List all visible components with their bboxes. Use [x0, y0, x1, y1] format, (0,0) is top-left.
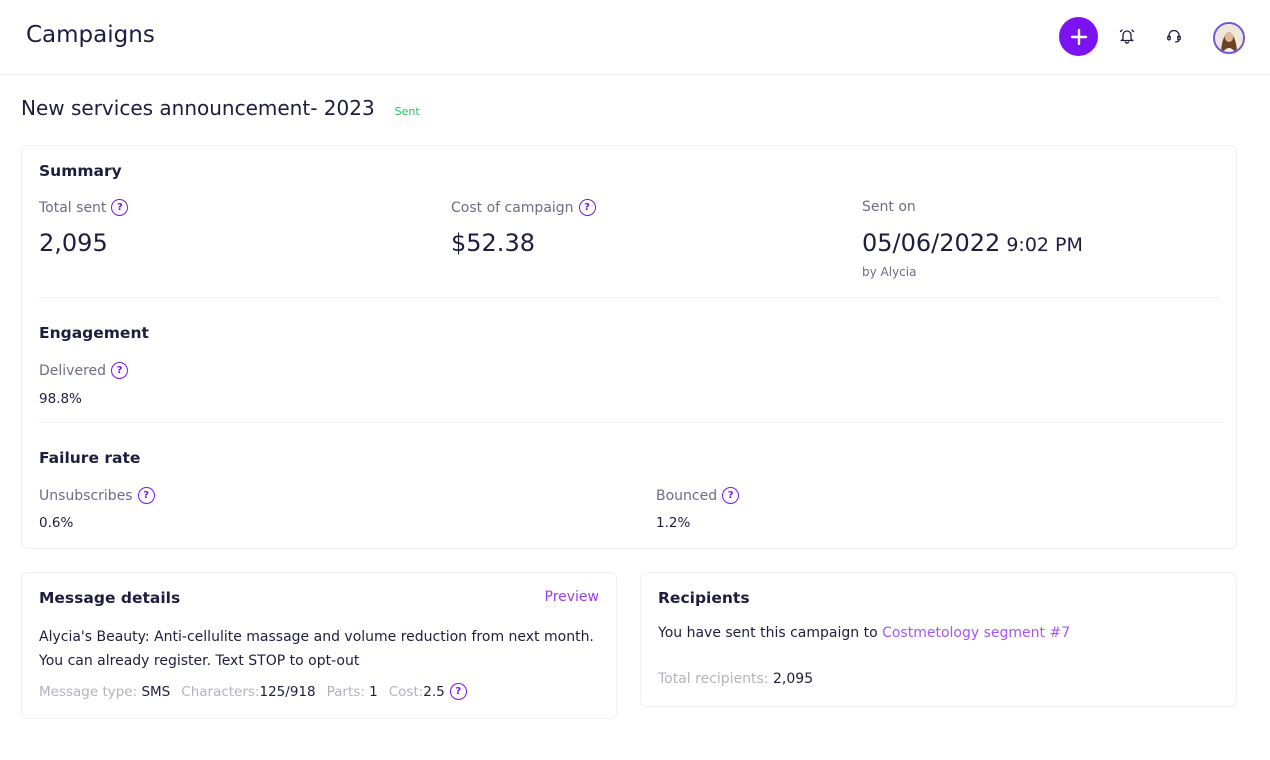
sent-on-value: 05/06/2022 9:02 PM — [862, 229, 1083, 257]
help-icon[interactable]: ? — [111, 362, 129, 379]
total-sent-label: Total sent ? — [39, 199, 129, 216]
message-type-value: SMS — [141, 683, 171, 700]
unsubscribes-label: Unsubscribes ? — [39, 487, 155, 504]
top-bar: Campaigns — [0, 0, 1270, 75]
divider — [39, 297, 1219, 298]
recipients-text: You have sent this campaign to Costmetol… — [658, 625, 1070, 641]
sent-on-date: 05/06/2022 — [862, 229, 1001, 257]
sent-on-label-text: Sent on — [862, 199, 916, 215]
characters-value: 125/918 — [259, 683, 316, 700]
characters-label: Characters: — [181, 683, 260, 700]
help-icon[interactable]: ? — [137, 487, 155, 504]
delivered-label: Delivered ? — [39, 362, 129, 379]
unsubscribes-label-text: Unsubscribes — [39, 487, 133, 504]
help-icon[interactable]: ? — [578, 199, 596, 216]
unsubscribes-value: 0.6% — [39, 515, 74, 531]
avatar-image-icon — [1215, 24, 1243, 52]
help-icon[interactable]: ? — [722, 487, 740, 504]
delivered-value: 98.8% — [39, 391, 82, 407]
sent-on-time: 9:02 PM — [1006, 234, 1083, 256]
preview-link[interactable]: Preview — [545, 589, 600, 605]
message-details-card: Message details Preview Alycia's Beauty:… — [21, 572, 617, 719]
engagement-title: Engagement — [39, 324, 149, 342]
parts-value: 1 — [369, 683, 378, 700]
total-recipients: Total recipients: 2,095 — [658, 671, 824, 687]
bounced-label: Bounced ? — [656, 487, 740, 504]
delivered-label-text: Delivered — [39, 362, 107, 379]
recipients-card: Recipients You have sent this campaign t… — [640, 572, 1237, 707]
plus-icon — [1070, 28, 1087, 45]
summary-title: Summary — [39, 162, 122, 180]
help-icon[interactable]: ? — [449, 683, 467, 700]
help-icon[interactable]: ? — [111, 199, 129, 216]
cost-label: Cost of campaign ? — [451, 199, 596, 216]
total-recipients-label: Total recipients: — [658, 671, 769, 687]
total-sent-value: 2,095 — [39, 229, 108, 257]
recipients-sent-to: You have sent this campaign to — [658, 625, 883, 641]
recipients-title: Recipients — [658, 589, 750, 607]
message-type-label: Message type: — [39, 683, 138, 700]
message-meta: Message type: SMS Characters: 125/918 Par… — [39, 683, 467, 700]
headset-icon — [1167, 29, 1181, 43]
page-title: Campaigns — [26, 22, 155, 48]
user-avatar[interactable] — [1213, 22, 1245, 54]
bounced-value: 1.2% — [656, 515, 691, 531]
cost-label-text: Cost of campaign — [451, 199, 574, 216]
failure-rate-title: Failure rate — [39, 449, 141, 467]
campaign-header: New services announcement- 2023 Sent — [21, 96, 420, 120]
bell-icon — [1119, 29, 1135, 44]
cost-value: $52.38 — [451, 229, 535, 257]
total-recipients-value: 2,095 — [773, 671, 814, 687]
notifications-button[interactable] — [1116, 25, 1138, 47]
bounced-label-text: Bounced — [656, 487, 718, 504]
message-text: Alycia's Beauty: Anti-cellulite massage … — [39, 629, 594, 669]
cost-meta-label: Cost: — [388, 683, 424, 700]
parts-label: Parts: — [326, 683, 365, 700]
sent-on-label: Sent on — [862, 199, 916, 215]
summary-card: Summary Total sent ? 2,095 Cost of campa… — [21, 145, 1237, 549]
campaign-title: New services announcement- 2023 — [21, 96, 375, 120]
add-button[interactable] — [1059, 17, 1098, 56]
segment-link[interactable]: Costmetology segment #7 — [882, 625, 1070, 641]
sent-by: by Alycia — [862, 265, 917, 279]
message-details-title: Message details — [39, 589, 181, 607]
divider — [39, 422, 1222, 423]
cost-meta-value: 2.5 — [423, 683, 445, 700]
status-badge: Sent — [394, 105, 420, 118]
total-sent-label-text: Total sent — [39, 199, 107, 216]
support-button[interactable] — [1163, 25, 1185, 47]
